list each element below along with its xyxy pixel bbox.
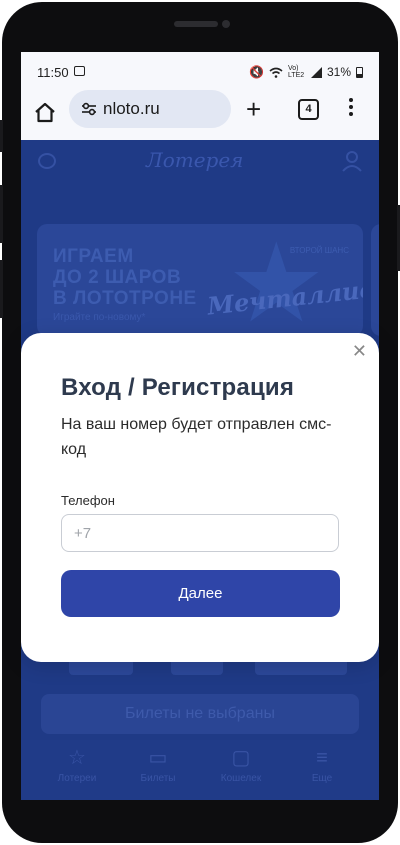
browser-toolbar: nloto.ru + 4 xyxy=(21,90,379,140)
address-bar[interactable]: nloto.ru xyxy=(69,90,231,128)
nav-label: Еще xyxy=(311,773,333,784)
more-options-icon[interactable] xyxy=(349,98,353,119)
site-header: Лотерея xyxy=(21,140,379,186)
phone-side-button xyxy=(0,185,3,243)
status-right: 🔇 Vo) LTE2 31% xyxy=(249,65,363,79)
banner-headline: ИГРАЕМ ДО 2 ШАРОВ В ЛОТОТРОНЕ xyxy=(53,246,197,309)
next-banner-peek xyxy=(371,224,379,336)
banner-headline-line: ИГРАЕМ xyxy=(53,246,134,267)
wallet-icon: ▢ xyxy=(231,747,251,769)
banner-tag: ВТОРОЙ ШАНС xyxy=(289,246,349,255)
bottom-nav: ☆ Лотереи ▭ Билеты ▢ Кошелек ≡ Еще xyxy=(21,740,379,800)
login-modal: ✕ Вход / Регистрация На ваш номер будет … xyxy=(21,333,379,662)
wifi-icon xyxy=(269,67,283,78)
home-icon[interactable] xyxy=(33,101,57,125)
battery-icon xyxy=(356,66,363,78)
nav-label: Билеты xyxy=(140,773,176,784)
status-time: 11:50 xyxy=(37,65,69,80)
nav-item-wallet: ▢ Кошелек xyxy=(206,746,276,784)
modal-description: На ваш номер будет отправлен смс-код xyxy=(61,416,332,458)
phone-side-button xyxy=(0,120,3,152)
site-logo: Лотерея xyxy=(146,148,244,172)
site-settings-icon[interactable] xyxy=(81,101,97,117)
promo-banner: ★ ИГРАЕМ ДО 2 ШАРОВ В ЛОТОТРОНЕ Играйте … xyxy=(37,224,363,336)
banner-subtext: Играйте по-новому* xyxy=(53,312,146,323)
banner-headline-line: В ЛОТОТРОНЕ xyxy=(53,288,197,309)
banner-headline-line: ДО 2 ШАРОВ xyxy=(53,267,182,288)
nav-label: Лотереи xyxy=(57,773,97,784)
ticket-icon: ▭ xyxy=(148,747,168,769)
nav-item-more: ≡ Еще xyxy=(287,746,357,784)
status-bar: 11:50 🔇 Vo) LTE2 31% xyxy=(21,52,379,90)
signal-icon xyxy=(310,66,322,78)
nav-label: Кошелек xyxy=(220,773,262,784)
nav-item-tickets: ▭ Билеты xyxy=(123,746,193,784)
phone-side-button xyxy=(0,260,3,318)
chat-icon xyxy=(38,153,56,169)
empty-tickets-bar: Билеты не выбраны xyxy=(41,694,359,734)
url-text[interactable]: nloto.ru xyxy=(103,99,160,119)
modal-title: Вход / Регистрация xyxy=(61,374,295,401)
new-tab-icon[interactable]: + xyxy=(246,96,261,122)
battery-percent: 31% xyxy=(326,65,351,79)
phone-speaker xyxy=(174,21,218,27)
star-icon: ☆ xyxy=(68,747,86,769)
close-icon[interactable]: ✕ xyxy=(352,342,367,362)
phone-label: Телефон xyxy=(61,493,115,508)
nav-item-lotteries: ☆ Лотереи xyxy=(42,746,112,784)
phone-input[interactable] xyxy=(61,514,339,552)
user-icon xyxy=(342,151,362,172)
network-type: Vo) LTE2 xyxy=(287,65,305,79)
menu-icon: ≡ xyxy=(316,747,328,769)
gallery-notification-icon xyxy=(74,66,85,76)
phone-camera xyxy=(222,20,230,28)
next-button[interactable]: Далее xyxy=(61,570,340,617)
mute-icon: 🔇 xyxy=(249,65,264,79)
tab-switcher-button[interactable]: 4 xyxy=(298,99,319,120)
